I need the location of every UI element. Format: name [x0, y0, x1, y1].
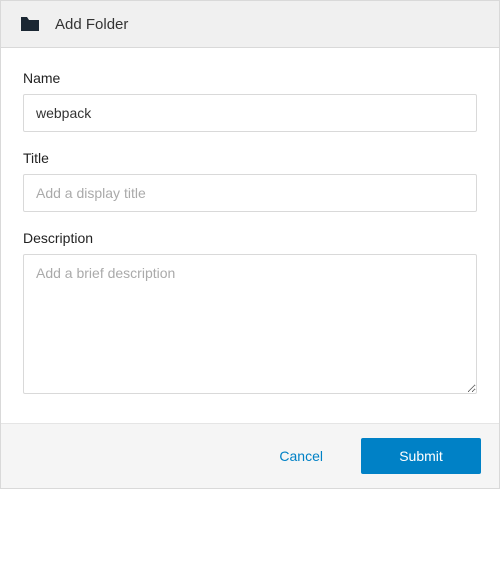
- dialog-body: Name Title Description: [1, 48, 499, 423]
- description-label: Description: [23, 230, 477, 246]
- title-label: Title: [23, 150, 477, 166]
- dialog-footer: Cancel Submit: [1, 423, 499, 488]
- title-field-group: Title: [23, 150, 477, 212]
- add-folder-dialog: Add Folder Name Title Description Cancel…: [0, 0, 500, 489]
- description-field-group: Description: [23, 230, 477, 399]
- folder-icon: [19, 15, 41, 33]
- title-input[interactable]: [23, 174, 477, 212]
- dialog-title: Add Folder: [55, 16, 128, 33]
- name-input[interactable]: [23, 94, 477, 132]
- name-label: Name: [23, 70, 477, 86]
- description-textarea[interactable]: [23, 254, 477, 394]
- dialog-header: Add Folder: [1, 1, 499, 48]
- submit-button[interactable]: Submit: [361, 438, 481, 474]
- cancel-button[interactable]: Cancel: [251, 438, 351, 474]
- name-field-group: Name: [23, 70, 477, 132]
